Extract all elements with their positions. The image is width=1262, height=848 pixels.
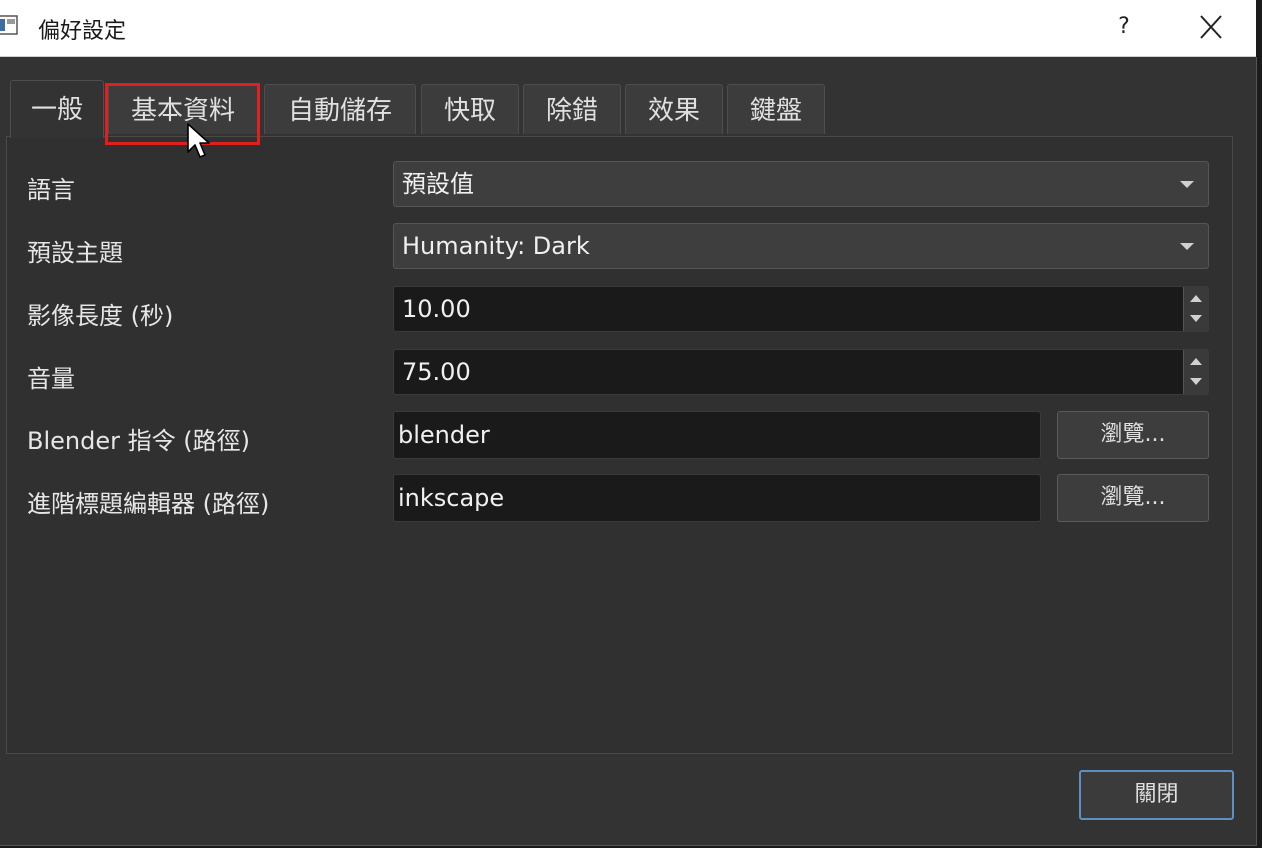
close-icon (1200, 15, 1222, 39)
tab-general[interactable]: 一般 (10, 80, 104, 138)
title-editor-path-label: 進階標題編輯器 (路徑) (27, 490, 270, 518)
title-bar: 偏好設定 ? (0, 0, 1256, 57)
tab-autosave[interactable]: 自動儲存 (264, 84, 416, 134)
app-icon (0, 15, 18, 35)
window-title: 偏好設定 (38, 19, 127, 44)
theme-value: Humanity: Dark (402, 232, 590, 260)
arrow-down-icon (1190, 315, 1202, 322)
arrow-up-icon (1190, 358, 1202, 365)
volume-label: 音量 (27, 365, 75, 393)
language-value: 預設值 (402, 170, 474, 198)
theme-label: 預設主題 (27, 239, 123, 267)
tab-keyboard[interactable]: 鍵盤 (727, 84, 825, 134)
image-length-spinbox[interactable]: 10.00 (393, 286, 1209, 332)
language-label: 語言 (27, 176, 75, 204)
image-length-label: 影像長度 (秒) (27, 302, 174, 330)
chevron-down-icon (1180, 181, 1194, 188)
language-combobox[interactable]: 預設值 (393, 161, 1209, 207)
tab-debug[interactable]: 除錯 (523, 84, 621, 134)
chevron-down-icon (1180, 243, 1194, 250)
volume-stepper[interactable] (1183, 350, 1208, 394)
highlight-box (105, 83, 260, 145)
volume-spinbox[interactable]: 75.00 (393, 349, 1209, 395)
image-length-value: 10.00 (402, 295, 471, 323)
theme-combobox[interactable]: Humanity: Dark (393, 223, 1209, 269)
blender-browse-button[interactable]: 瀏覽... (1057, 411, 1209, 459)
mouse-cursor-icon (187, 123, 210, 158)
volume-value: 75.00 (402, 358, 471, 386)
blender-path-label: Blender 指令 (路徑) (27, 427, 250, 455)
tab-effects[interactable]: 效果 (625, 84, 723, 134)
help-button[interactable]: ? (1106, 10, 1142, 46)
close-dialog-button[interactable]: 關閉 (1079, 770, 1234, 820)
title-editor-browse-button[interactable]: 瀏覽... (1057, 474, 1209, 522)
blender-path-input[interactable]: blender (393, 411, 1041, 459)
tab-cache[interactable]: 快取 (421, 84, 519, 134)
image-length-stepper[interactable] (1183, 287, 1208, 331)
arrow-down-icon (1190, 378, 1202, 385)
title-editor-path-input[interactable]: inkscape (393, 474, 1041, 522)
window-close-button[interactable] (1190, 8, 1232, 48)
arrow-up-icon (1190, 295, 1202, 302)
